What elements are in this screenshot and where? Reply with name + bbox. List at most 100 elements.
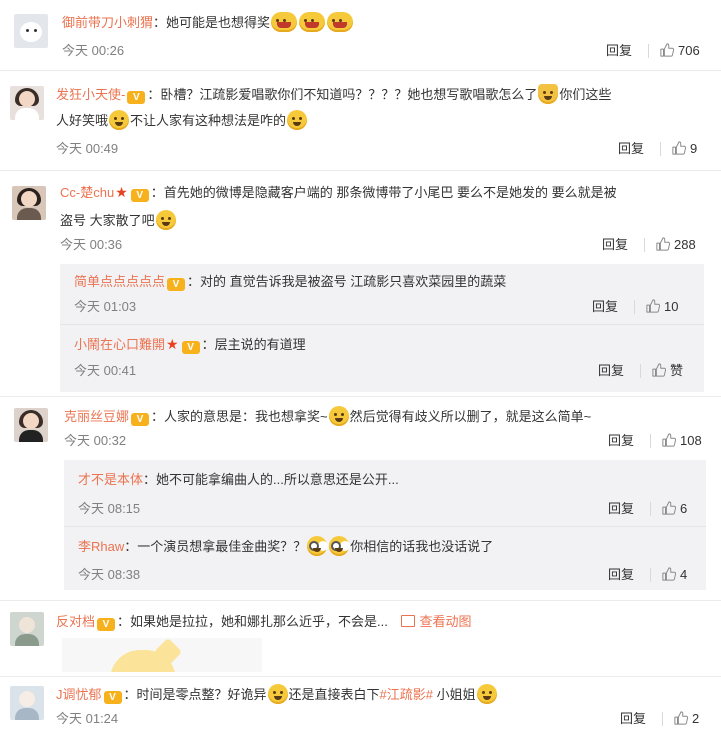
comment-text: ：时间是零点整？好诡异 (123, 687, 267, 702)
reply-button[interactable]: 回复 (606, 42, 632, 60)
reply-text: ：一个演员想拿最佳金曲奖？？ (124, 539, 307, 554)
divider (64, 526, 706, 527)
emoji-icon (327, 12, 354, 32)
comment-username[interactable]: 克丽丝豆娜 (64, 409, 129, 424)
reply-button[interactable]: 回复 (608, 432, 634, 450)
avatar[interactable] (14, 408, 48, 442)
divider (660, 142, 661, 156)
star-icon: ★ (166, 336, 179, 352)
comment-time: 今天 00:26 (62, 43, 125, 58)
like-button[interactable]: 706 (660, 42, 700, 60)
like-count: 6 (680, 501, 688, 516)
thumbs-up-icon (646, 299, 660, 313)
emoji-icon (267, 684, 288, 704)
like-count: 赞 (670, 363, 684, 378)
thumbs-up-icon (662, 433, 676, 447)
star-icon: ★ (115, 184, 128, 200)
reply-time: 今天 00:41 (74, 363, 137, 378)
comment-text: ：首先她的微博是隐藏客户端的 那条微博带了小尾巴 要么不是她发的 要么就是被 (150, 185, 617, 200)
like-button[interactable]: 赞 (652, 362, 683, 380)
vip-badge-icon: V (181, 341, 200, 354)
divider (60, 324, 704, 325)
hashtag-link[interactable]: #江疏影# (380, 687, 433, 702)
like-button[interactable]: 9 (672, 140, 697, 158)
comment-text: 你们这些 (559, 87, 612, 102)
comment-text: 人好笑哦 (56, 113, 109, 128)
comment-text: ：她可能是也想得奖 (153, 15, 271, 30)
like-count: 108 (680, 433, 702, 448)
comment-text: ：如果她是拉拉，她和娜扎那么近乎，不会是... (117, 614, 388, 629)
avatar[interactable] (12, 186, 46, 220)
reply-button[interactable]: 回复 (618, 140, 644, 158)
like-count: 706 (678, 43, 700, 58)
reply-text: ：她不可能拿编曲人的...所以意思还是公开... (143, 472, 399, 487)
comment-item: 发狂小天使- V ：卧槽？江疏影爱唱歌你们不知道吗？？？？她也想写歌唱歌怎么了 你们这… (0, 72, 721, 168)
comment-time: 今天 00:32 (64, 433, 127, 448)
reply-button[interactable]: 回复 (602, 236, 628, 254)
reply-button[interactable]: 回复 (608, 566, 634, 584)
divider (644, 238, 645, 252)
comment-username[interactable]: 御前带刀小刺猬 (62, 15, 153, 30)
reply-list: 才不是本体：她不可能拿编曲人的...所以意思还是公开... 今天 08:15 回… (64, 460, 706, 590)
avatar[interactable] (10, 612, 44, 646)
comment-text: 小姐姐 (433, 687, 476, 702)
reply-time: 今天 08:38 (78, 567, 141, 582)
reply-username[interactable]: 李Rhaw (78, 539, 124, 554)
comment-username[interactable]: 反对档 (56, 614, 95, 629)
reply-username[interactable]: 简单点点点点点 (74, 274, 165, 289)
reply-text: ：对的 直觉告诉我是被盗号 江疏影只喜欢菜园里的蔬菜 (187, 274, 507, 289)
vip-badge-icon: V (130, 189, 149, 202)
like-count: 4 (680, 567, 688, 582)
thumbs-up-icon (672, 141, 686, 155)
emoji-icon (271, 12, 298, 32)
avatar[interactable] (10, 86, 44, 120)
like-button[interactable]: 2 (674, 710, 699, 728)
divider (650, 568, 651, 582)
emoji-icon (476, 684, 497, 704)
thumbs-up-icon (660, 43, 674, 57)
reply-time: 今天 08:15 (78, 501, 141, 516)
comment-item: Cc-楚chu★ V ：首先她的微博是隐藏客户端的 那条微博带了小尾巴 要么不是她发… (0, 172, 721, 404)
like-button[interactable]: 4 (662, 566, 687, 584)
comment-username[interactable]: Cc-楚chu (60, 185, 114, 200)
like-button[interactable]: 288 (656, 236, 696, 254)
comment-image-preview[interactable] (62, 638, 262, 672)
like-count: 10 (664, 299, 679, 314)
view-image-link[interactable]: 查看动图 (401, 614, 472, 629)
comment-item: 御前带刀小刺猬：她可能是也想得奖 今天 00:26 回复 706 (0, 0, 721, 66)
reply-button[interactable]: 回复 (608, 500, 634, 518)
emoji-icon (299, 12, 326, 32)
picture-icon (401, 615, 416, 627)
like-button[interactable]: 10 (646, 298, 678, 316)
reply-button[interactable]: 回复 (620, 710, 646, 728)
reply-list: 简单点点点点点 V ：对的 直觉告诉我是被盗号 江疏影只喜欢菜园里的蔬菜 今天 01… (60, 264, 704, 392)
comment-username[interactable]: J调忧郁 (56, 687, 102, 702)
emoji-icon (287, 110, 308, 130)
reply-username[interactable]: 才不是本体 (78, 472, 143, 487)
avatar[interactable] (10, 686, 44, 720)
comment-text: 然后觉得有歧义所以删了，就是这么简单~ (349, 409, 592, 424)
reply-button[interactable]: 回复 (598, 362, 624, 380)
emoji-icon (328, 406, 349, 426)
vip-badge-icon: V (131, 413, 150, 426)
comment-item: 克丽丝豆娜 V ：人家的意思是：我也想拿奖~ 然后觉得有歧义所以删了，就是这么简单~ … (0, 398, 721, 598)
divider (650, 434, 651, 448)
reply-text: 你相信的话我也没话说了 (350, 539, 494, 554)
emoji-icon (538, 84, 559, 104)
comment-username[interactable]: 发狂小天使- (56, 87, 125, 102)
like-button[interactable]: 108 (662, 432, 702, 450)
like-count: 2 (692, 711, 700, 726)
reply-button[interactable]: 回复 (592, 298, 618, 316)
avatar[interactable] (14, 14, 48, 48)
comment-item: J调忧郁 V ：时间是零点整？好诡异 还是直接表白下#江疏影# 小姐姐 今天 01:2… (0, 678, 721, 742)
comment-text: ：卧槽？江疏影爱唱歌你们不知道吗？？？？她也想写歌唱歌怎么了 (147, 87, 538, 102)
divider (634, 300, 635, 314)
reply-username[interactable]: 小鬧在心口難開 (74, 337, 165, 352)
divider (0, 70, 721, 71)
comment-text: 盗号 大家散了吧 (60, 213, 155, 228)
divider (0, 600, 721, 601)
divider (648, 44, 649, 58)
like-count: 9 (690, 141, 698, 156)
like-button[interactable]: 6 (662, 500, 687, 518)
divider (0, 396, 721, 397)
